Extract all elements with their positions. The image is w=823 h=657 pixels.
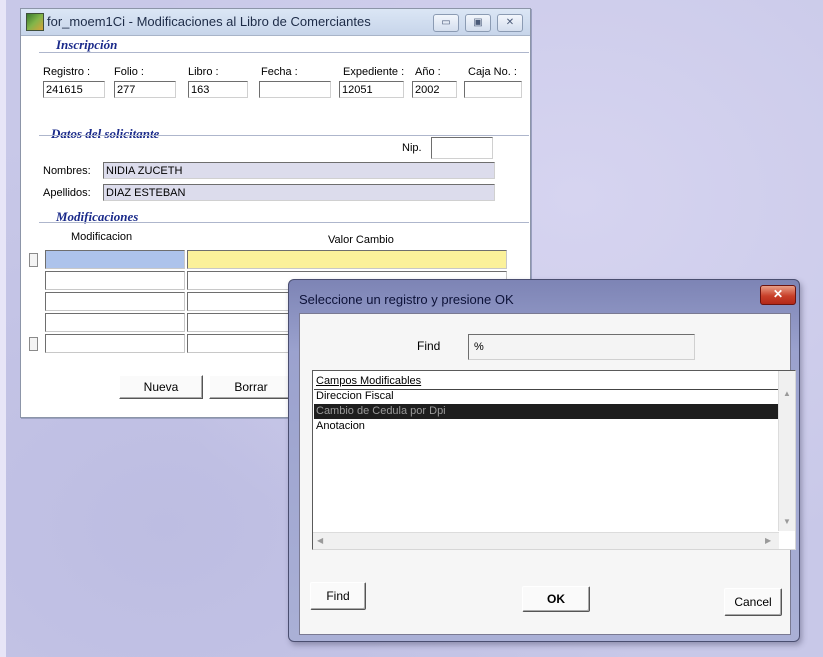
registro-label: Registro : xyxy=(43,66,91,78)
nip-label: Nip. xyxy=(402,142,422,154)
section-divider xyxy=(39,52,529,53)
list-item-selected[interactable]: Cambio de Cedula por Dpi xyxy=(314,404,778,419)
fecha-label: Fecha : xyxy=(261,66,298,78)
nueva-button[interactable]: Nueva xyxy=(119,375,203,399)
modificacion-cell[interactable] xyxy=(45,334,185,353)
section-inscripcion: Inscripción xyxy=(56,37,118,52)
folio-label: Folio : xyxy=(114,66,144,78)
modificacion-cell[interactable] xyxy=(45,250,185,269)
section-divider xyxy=(39,222,529,223)
dialog-title: Seleccione un registro y presione OK xyxy=(299,292,514,307)
scroll-left-icon[interactable]: ◀ xyxy=(317,536,323,545)
window-title: for_moem1Ci - Modificaciones al Libro de… xyxy=(47,14,371,29)
horizontal-scrollbar[interactable]: ◀ ▶ xyxy=(313,532,779,549)
list-header: Campos Modificables xyxy=(314,374,778,390)
modificacion-cell[interactable] xyxy=(45,292,185,311)
anio-field[interactable]: 2002 xyxy=(412,81,457,98)
folio-field[interactable]: 277 xyxy=(114,81,176,98)
vertical-scrollbar[interactable]: ▲ ▼ xyxy=(778,371,795,531)
nombres-field[interactable]: NIDIA ZUCETH xyxy=(103,162,495,179)
scroll-up-icon[interactable]: ▲ xyxy=(783,389,791,398)
caja-label: Caja No. : xyxy=(468,66,517,78)
find-button[interactable]: Find xyxy=(310,582,366,610)
row-marker[interactable] xyxy=(29,337,38,351)
select-record-dialog: Seleccione un registro y presione OK ✕ F… xyxy=(288,279,800,642)
valor-cambio-cell[interactable] xyxy=(187,250,507,269)
caja-field[interactable] xyxy=(464,81,522,98)
registro-field[interactable]: 241615 xyxy=(43,81,105,98)
scroll-right-icon[interactable]: ▶ xyxy=(765,536,771,545)
column-header-modificacion: Modificacion xyxy=(71,231,133,243)
modificacion-cell[interactable] xyxy=(45,313,185,332)
libro-label: Libro : xyxy=(188,66,219,78)
list-item[interactable]: Direccion Fiscal xyxy=(314,389,778,404)
find-label: Find xyxy=(417,339,441,353)
cancel-button[interactable]: Cancel xyxy=(724,588,782,616)
section-solicitante: Datos del solicitante xyxy=(51,126,160,141)
nip-field[interactable] xyxy=(431,137,493,159)
column-header-valor-cambio: Valor Cambio xyxy=(328,234,394,246)
close-button[interactable]: ✕ xyxy=(497,14,523,32)
nombres-label: Nombres: xyxy=(43,165,91,177)
expediente-field[interactable]: 12051 xyxy=(339,81,404,98)
records-list[interactable]: Campos Modificables Direccion Fiscal Cam… xyxy=(312,370,796,550)
find-input[interactable]: % xyxy=(468,334,695,360)
screen-edge xyxy=(0,0,6,657)
minimize-button[interactable]: ▭ xyxy=(433,14,459,32)
apellidos-label: Apellidos: xyxy=(43,187,91,199)
scroll-down-icon[interactable]: ▼ xyxy=(783,517,791,526)
row-marker[interactable] xyxy=(29,253,38,267)
anio-label: Año : xyxy=(415,66,441,78)
section-divider xyxy=(39,135,529,136)
main-title-bar[interactable]: for_moem1Ci - Modificaciones al Libro de… xyxy=(21,9,530,36)
apellidos-field[interactable]: DIAZ ESTEBAN xyxy=(103,184,495,201)
fecha-field[interactable] xyxy=(259,81,331,98)
app-icon xyxy=(26,13,44,31)
expediente-label: Expediente : xyxy=(343,66,405,78)
dialog-close-button[interactable]: ✕ xyxy=(760,285,796,305)
modificacion-cell[interactable] xyxy=(45,271,185,290)
borrar-button[interactable]: Borrar xyxy=(209,375,293,399)
dialog-body: Find % Campos Modificables Direccion Fis… xyxy=(299,313,796,635)
maximize-button[interactable]: ▣ xyxy=(465,14,491,32)
libro-field[interactable]: 163 xyxy=(188,81,248,98)
ok-button[interactable]: OK xyxy=(522,586,590,612)
list-item[interactable]: Anotacion xyxy=(314,419,778,434)
